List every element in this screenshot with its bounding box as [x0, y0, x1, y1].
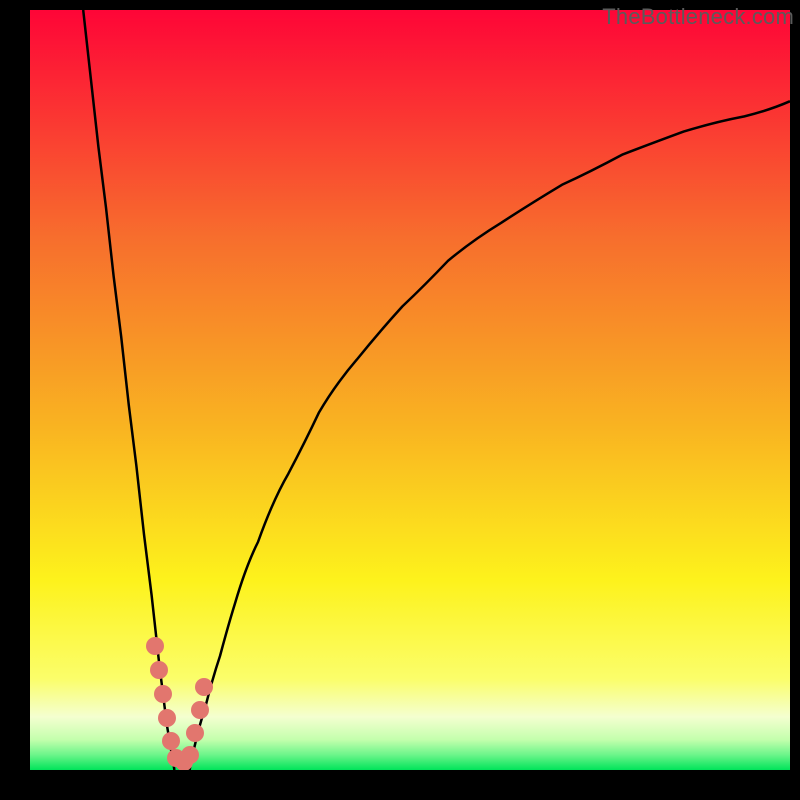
- plot-area: [30, 10, 790, 770]
- marker-dot: [195, 678, 213, 696]
- chart-svg: [30, 10, 790, 770]
- watermark-text: TheBottleneck.com: [602, 4, 794, 30]
- marker-dot: [191, 701, 209, 719]
- marker-dot: [158, 709, 176, 727]
- chart-frame: TheBottleneck.com: [0, 0, 800, 800]
- marker-dot: [181, 746, 199, 764]
- marker-dot: [154, 685, 172, 703]
- marker-dot: [146, 637, 164, 655]
- marker-dot: [186, 724, 204, 742]
- gradient-background: [30, 10, 790, 770]
- marker-dot: [150, 661, 168, 679]
- marker-dot: [162, 732, 180, 750]
